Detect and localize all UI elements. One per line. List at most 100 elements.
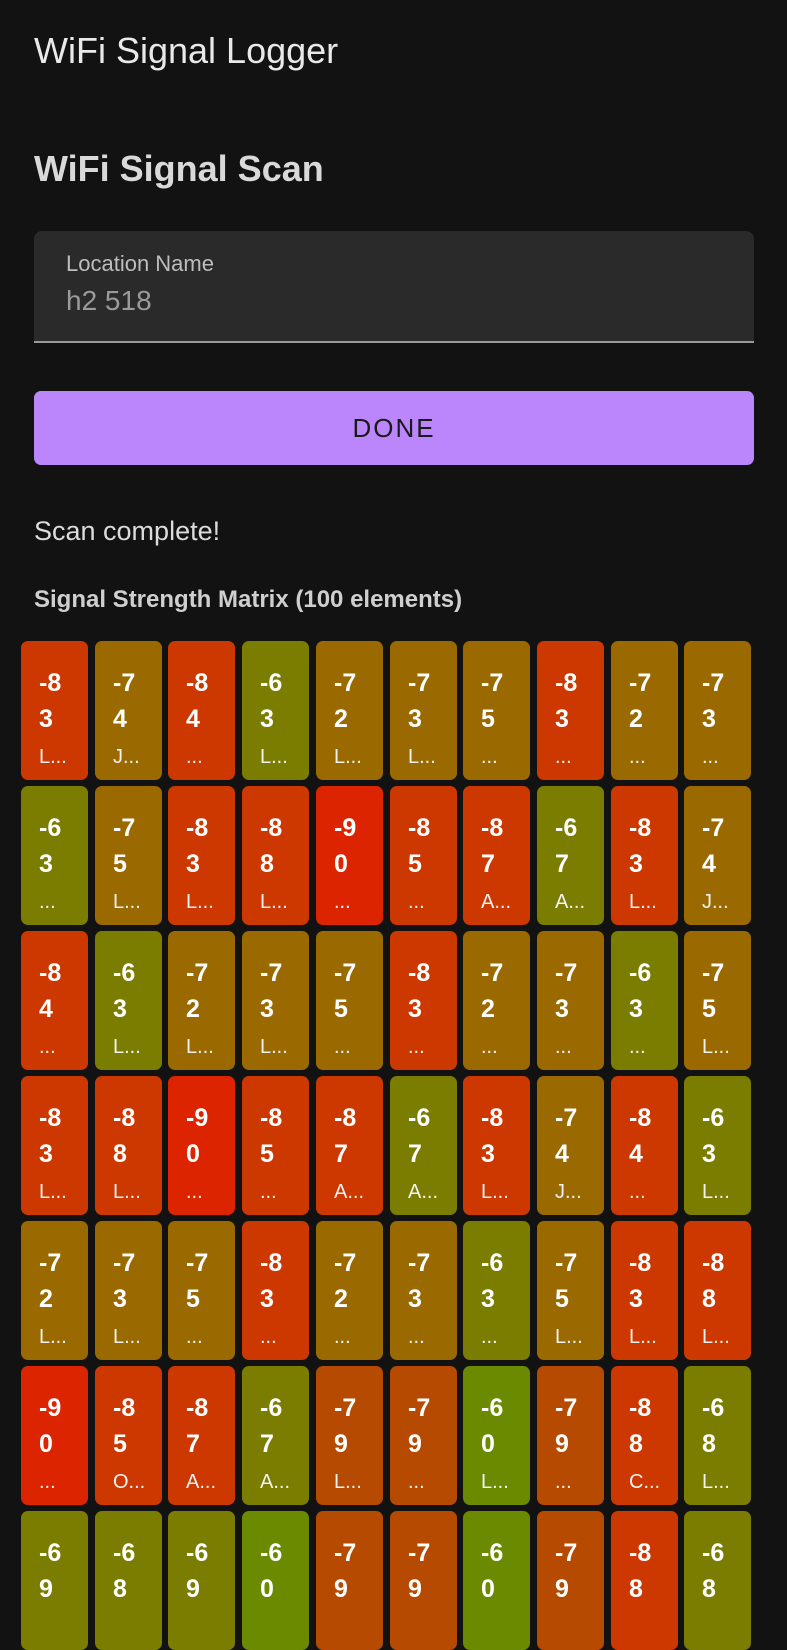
signal-cell[interactable]: -67 A... [390, 1076, 457, 1215]
signal-cell[interactable]: -63... [611, 931, 678, 1070]
signal-value: -72 [39, 1249, 62, 1313]
signal-cell[interactable]: -90... [316, 786, 383, 925]
signal-cell[interactable]: -83 L... [21, 1076, 88, 1215]
signal-label: L... [39, 1326, 67, 1348]
signal-cell[interactable]: -75... [168, 1221, 235, 1360]
signal-cell[interactable]: -68 L... [684, 1366, 751, 1505]
signal-value: -79 [334, 1394, 357, 1458]
signal-value: -83 [260, 1249, 283, 1313]
signal-cell[interactable]: -60 [463, 1511, 530, 1650]
signal-cell[interactable]: -79 [390, 1511, 457, 1650]
signal-cell[interactable]: -63 L... [95, 931, 162, 1070]
signal-cell[interactable]: -88 L... [242, 786, 309, 925]
signal-cell[interactable]: -63... [463, 1221, 530, 1360]
signal-value: -85 [408, 814, 431, 878]
signal-cell[interactable]: -72... [611, 641, 678, 780]
signal-cell[interactable]: -85 O... [95, 1366, 162, 1505]
signal-cell[interactable]: -85... [242, 1076, 309, 1215]
signal-cell[interactable]: -83 L... [21, 641, 88, 780]
signal-cell[interactable]: -69 [21, 1511, 88, 1650]
signal-value: -69 [186, 1539, 209, 1603]
signal-cell[interactable]: -87 A... [463, 786, 530, 925]
signal-cell[interactable]: -74 J... [537, 1076, 604, 1215]
signal-value: -73 [408, 669, 431, 733]
signal-label: L... [113, 1326, 141, 1348]
signal-cell[interactable]: -73... [684, 641, 751, 780]
signal-cell[interactable]: -73 L... [95, 1221, 162, 1360]
signal-cell[interactable]: -73... [390, 1221, 457, 1360]
signal-cell[interactable]: -74 J... [684, 786, 751, 925]
signal-cell[interactable]: -88 L... [684, 1221, 751, 1360]
app-title: WiFi Signal Logger [34, 30, 339, 71]
signal-cell[interactable]: -67 A... [242, 1366, 309, 1505]
signal-value: -90 [39, 1394, 62, 1458]
signal-cell[interactable]: -72 L... [168, 931, 235, 1070]
signal-cell[interactable]: -90... [21, 1366, 88, 1505]
signal-cell[interactable]: -72 L... [316, 641, 383, 780]
signal-cell[interactable]: -79 L... [316, 1366, 383, 1505]
signal-cell[interactable]: -75 L... [684, 931, 751, 1070]
signal-value: -75 [481, 669, 504, 733]
signal-cell[interactable]: -83 L... [463, 1076, 530, 1215]
signal-cell[interactable]: -73... [537, 931, 604, 1070]
signal-value: -74 [113, 669, 136, 733]
signal-cell[interactable]: -79... [390, 1366, 457, 1505]
signal-cell[interactable]: -75 L... [537, 1221, 604, 1360]
signal-cell[interactable]: -68 [684, 1511, 751, 1650]
signal-value: -84 [629, 1104, 652, 1168]
signal-cell[interactable]: -83 L... [611, 1221, 678, 1360]
signal-cell[interactable]: -84... [611, 1076, 678, 1215]
signal-value: -90 [186, 1104, 209, 1168]
signal-cell[interactable]: -60 [242, 1511, 309, 1650]
signal-cell[interactable]: -72... [463, 931, 530, 1070]
signal-cell[interactable]: -63... [21, 786, 88, 925]
signal-cell[interactable]: -67 A... [537, 786, 604, 925]
signal-value: -75 [702, 959, 725, 1023]
signal-value: -83 [408, 959, 431, 1023]
signal-cell[interactable]: -75... [463, 641, 530, 780]
signal-label: A... [408, 1181, 439, 1203]
signal-cell[interactable]: -83... [390, 931, 457, 1070]
location-name-label: Location Name [66, 251, 214, 276]
done-button[interactable]: DONE [34, 391, 754, 465]
signal-value: -83 [629, 814, 652, 878]
signal-cell[interactable]: -84... [168, 641, 235, 780]
signal-label: ... [334, 891, 351, 913]
signal-value: -75 [555, 1249, 578, 1313]
signal-cell[interactable]: -83... [242, 1221, 309, 1360]
signal-cell[interactable]: -79... [537, 1366, 604, 1505]
signal-cell[interactable]: -88 L... [95, 1076, 162, 1215]
signal-cell[interactable]: -88 [611, 1511, 678, 1650]
signal-cell[interactable]: -83... [537, 641, 604, 780]
signal-cell[interactable]: -90... [168, 1076, 235, 1215]
signal-label: A... [334, 1181, 365, 1203]
signal-cell[interactable]: -73 L... [242, 931, 309, 1070]
location-name-field[interactable]: Location Name [34, 231, 754, 343]
signal-cell[interactable]: -68 [95, 1511, 162, 1650]
signal-cell[interactable]: -79 [316, 1511, 383, 1650]
signal-cell[interactable]: -83 L... [611, 786, 678, 925]
signal-cell[interactable]: -83 L... [168, 786, 235, 925]
signal-cell[interactable]: -84... [21, 931, 88, 1070]
signal-label: L... [186, 891, 214, 913]
location-name-input[interactable] [66, 281, 706, 321]
signal-cell[interactable]: -75 L... [95, 786, 162, 925]
signal-cell[interactable]: -75... [316, 931, 383, 1070]
signal-cell[interactable]: -87 A... [168, 1366, 235, 1505]
signal-cell[interactable]: -72... [316, 1221, 383, 1360]
signal-cell[interactable]: -74 J... [95, 641, 162, 780]
signal-cell[interactable]: -88 C... [611, 1366, 678, 1505]
signal-cell[interactable]: -79 [537, 1511, 604, 1650]
signal-label: L... [702, 1036, 730, 1058]
signal-value: -88 [629, 1539, 652, 1603]
signal-cell[interactable]: -69 [168, 1511, 235, 1650]
signal-cell[interactable]: -60 L... [463, 1366, 530, 1505]
signal-cell[interactable]: -72 L... [21, 1221, 88, 1360]
signal-cell[interactable]: -87 A... [316, 1076, 383, 1215]
signal-cell[interactable]: -63 L... [242, 641, 309, 780]
signal-label: ... [481, 746, 498, 768]
signal-value: -75 [186, 1249, 209, 1313]
signal-cell[interactable]: -85... [390, 786, 457, 925]
signal-cell[interactable]: -63 L... [684, 1076, 751, 1215]
signal-cell[interactable]: -73 L... [390, 641, 457, 780]
